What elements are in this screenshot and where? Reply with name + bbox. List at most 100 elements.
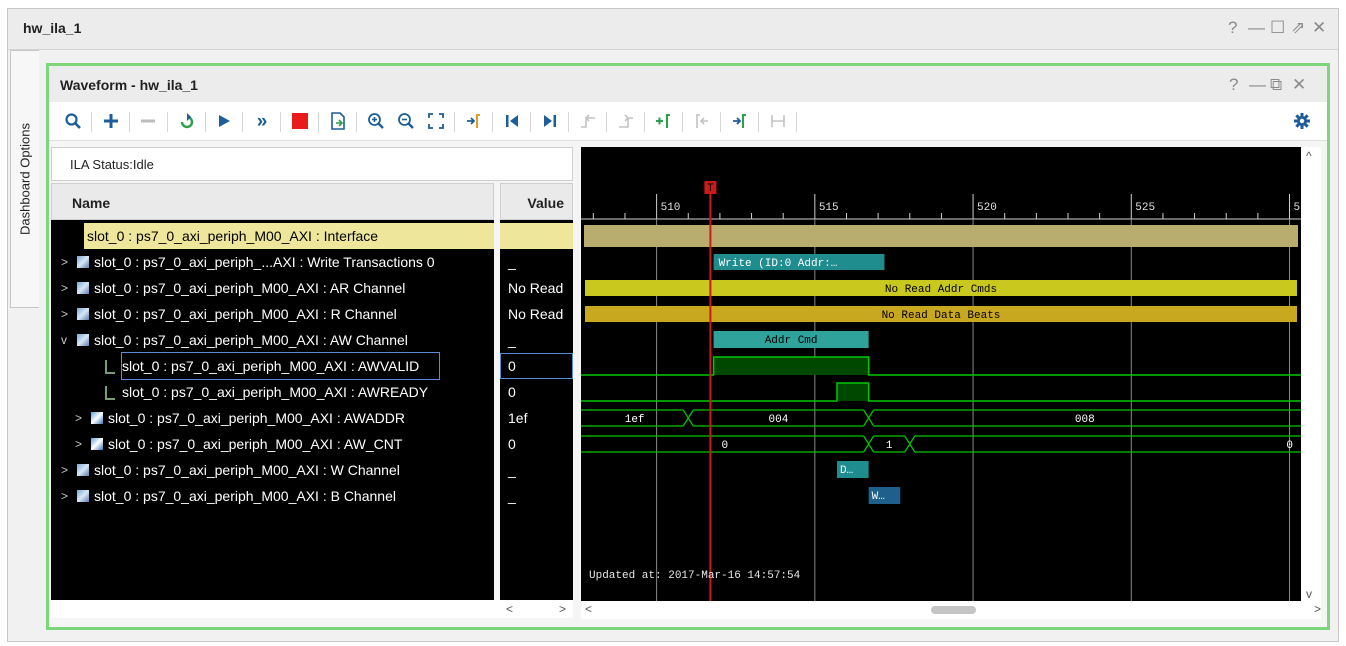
signal-row[interactable]: > slot_0 : ps7_0_axi_periph_...AXI : Writ…: [51, 249, 494, 275]
awaddr-wave-value: 008: [1075, 414, 1095, 426]
signal-row[interactable]: slot_0 : ps7_0_axi_periph_M00_AXI : AWVA…: [51, 352, 494, 380]
waveform-help-button[interactable]: ?: [1229, 75, 1238, 95]
expand-chevron-icon[interactable]: >: [75, 405, 82, 431]
awready-wave-fill: [836, 383, 869, 401]
toolbar-separator: [280, 112, 281, 132]
signal-list-panel: ILA Status:Idle Name Value slot_0 : ps7_…: [51, 147, 573, 619]
zoom-out-icon[interactable]: [393, 108, 419, 134]
w-channel-label: D…: [840, 465, 853, 477]
signal-row[interactable]: v slot_0 : ps7_0_axi_periph_M00_AXI : AW …: [51, 327, 494, 353]
awvalid-wave[interactable]: [581, 356, 1301, 376]
name-column-header[interactable]: Name: [51, 183, 494, 220]
signal-value: No Read: [508, 306, 564, 322]
waveform-minimize-button[interactable]: —: [1249, 75, 1266, 95]
signal-value: 0: [508, 384, 516, 400]
waveform-plot[interactable]: 510 515 520 525 530 Write (ID:0 Addr:… No Read…: [581, 147, 1301, 619]
scroll-left-icon[interactable]: <: [585, 602, 592, 616]
signal-row[interactable]: slot_0 : ps7_0_axi_periph_M00_AXI : Inte…: [84, 223, 494, 249]
goto-cursor-icon[interactable]: [461, 108, 487, 134]
toolbar-separator: [492, 112, 493, 132]
stop-icon[interactable]: [287, 108, 313, 134]
signal-row[interactable]: > slot_0 : ps7_0_axi_periph_M00_AXI : AWA…: [51, 405, 494, 431]
zoom-fit-icon[interactable]: [423, 108, 449, 134]
toolbar-separator: [242, 112, 243, 132]
scroll-up-icon[interactable]: ^: [1306, 149, 1312, 163]
scroll-down-icon[interactable]: v: [1306, 587, 1312, 601]
signal-row[interactable]: > slot_0 : ps7_0_axi_periph_M00_AXI : R C…: [51, 301, 494, 327]
bus-signal-icon: [77, 256, 89, 268]
signal-row[interactable]: > slot_0 : ps7_0_axi_periph_M00_AXI : AW_…: [51, 431, 494, 457]
scroll-right-icon[interactable]: >: [559, 602, 566, 616]
minimize-button[interactable]: —: [1248, 18, 1265, 38]
prev-transition-icon[interactable]: [575, 108, 601, 134]
expand-chevron-icon[interactable]: >: [61, 249, 68, 275]
next-marker-icon[interactable]: [727, 108, 753, 134]
vertical-scrollbar[interactable]: ^ v: [1301, 147, 1321, 619]
ila-status: ILA Status:Idle: [51, 147, 573, 181]
bus-signal-icon: [77, 464, 89, 476]
swap-cursors-icon[interactable]: [765, 108, 791, 134]
bus-signal-icon: [77, 490, 89, 502]
close-button[interactable]: ✕: [1312, 18, 1326, 38]
bus-signal-icon: [77, 282, 89, 294]
expand-chevron-icon[interactable]: >: [75, 431, 82, 457]
next-transition-icon[interactable]: [613, 108, 639, 134]
settings-icon[interactable]: [1289, 108, 1315, 134]
awvalid-wave-fill: [713, 357, 869, 375]
signal-name: slot_0 : ps7_0_axi_periph_M00_AXI : W Ch…: [94, 462, 400, 478]
vector-signal-icon: [91, 438, 103, 450]
signal-row[interactable]: > slot_0 : ps7_0_axi_periph_M00_AXI : W C…: [51, 457, 494, 483]
name-horizontal-scrollbar[interactable]: < >: [51, 600, 573, 618]
signal-row[interactable]: > slot_0 : ps7_0_axi_periph_M00_AXI : B C…: [51, 483, 494, 509]
window-title: hw_ila_1: [23, 20, 82, 36]
help-button[interactable]: ?: [1228, 18, 1237, 38]
toolbar-separator: [129, 112, 130, 132]
run-immediate-icon[interactable]: »: [249, 108, 275, 134]
waveform-close-button[interactable]: ✕: [1292, 75, 1306, 95]
zoom-in-icon[interactable]: [363, 108, 389, 134]
run-trigger-icon[interactable]: [211, 108, 237, 134]
prev-marker-icon[interactable]: [689, 108, 715, 134]
toolbar-separator: [796, 112, 797, 132]
awaddr-wave-value: 004: [769, 414, 789, 426]
wire-signal-icon: [105, 360, 115, 374]
toolbar-separator: [720, 112, 721, 132]
wire-signal-icon: [105, 386, 115, 400]
expand-chevron-icon[interactable]: >: [61, 301, 68, 327]
signal-row[interactable]: slot_0 : ps7_0_axi_periph_M00_AXI : AWRE…: [51, 379, 494, 405]
add-marker-icon[interactable]: [651, 108, 677, 134]
aw-cnt-wave-value: 0: [722, 440, 729, 452]
signal-name: slot_0 : ps7_0_axi_periph_M00_AXI : AWAD…: [108, 410, 406, 426]
interface-band[interactable]: [584, 225, 1298, 247]
signal-value: 0: [500, 353, 573, 379]
remove-icon[interactable]: [135, 108, 161, 134]
float-button[interactable]: ⇗: [1291, 18, 1305, 38]
waveform-canvas[interactable]: 510 515 520 525 530 Write (ID:0 Addr:… No Read…: [581, 147, 1301, 619]
expand-chevron-icon[interactable]: >: [61, 457, 68, 483]
collapse-chevron-icon[interactable]: v: [61, 327, 67, 353]
awready-wave[interactable]: [581, 382, 1301, 402]
scroll-right-icon[interactable]: >: [1314, 602, 1321, 616]
maximize-button[interactable]: ☐: [1270, 18, 1285, 38]
toolbar-separator: [205, 112, 206, 132]
waveform-restore-button[interactable]: ⧉: [1270, 75, 1282, 95]
signal-row[interactable]: > slot_0 : ps7_0_axi_periph_M00_AXI : AR …: [51, 275, 494, 301]
cursor-refresh-icon[interactable]: [174, 108, 200, 134]
signal-name: slot_0 : ps7_0_axi_periph_M00_AXI : AWRE…: [122, 384, 429, 400]
expand-chevron-icon[interactable]: >: [61, 275, 68, 301]
signal-value: _: [508, 254, 516, 270]
scroll-thumb[interactable]: [931, 606, 976, 614]
expand-chevron-icon[interactable]: >: [61, 483, 68, 509]
dashboard-options-tab[interactable]: Dashboard Options: [10, 50, 39, 308]
goto-start-icon[interactable]: [499, 108, 525, 134]
signal-value: _: [508, 488, 516, 504]
signal-name: slot_0 : ps7_0_axi_periph_...AXI : Write…: [94, 254, 435, 270]
add-icon[interactable]: [98, 108, 124, 134]
export-icon[interactable]: [325, 108, 351, 134]
scroll-left-icon[interactable]: <: [506, 602, 513, 616]
wave-horizontal-scrollbar[interactable]: < >: [581, 601, 1321, 619]
search-icon[interactable]: [60, 108, 86, 134]
goto-end-icon[interactable]: [537, 108, 563, 134]
signal-name: slot_0 : ps7_0_axi_periph_M00_AXI : Inte…: [87, 228, 379, 244]
value-column-header[interactable]: Value: [500, 183, 573, 220]
